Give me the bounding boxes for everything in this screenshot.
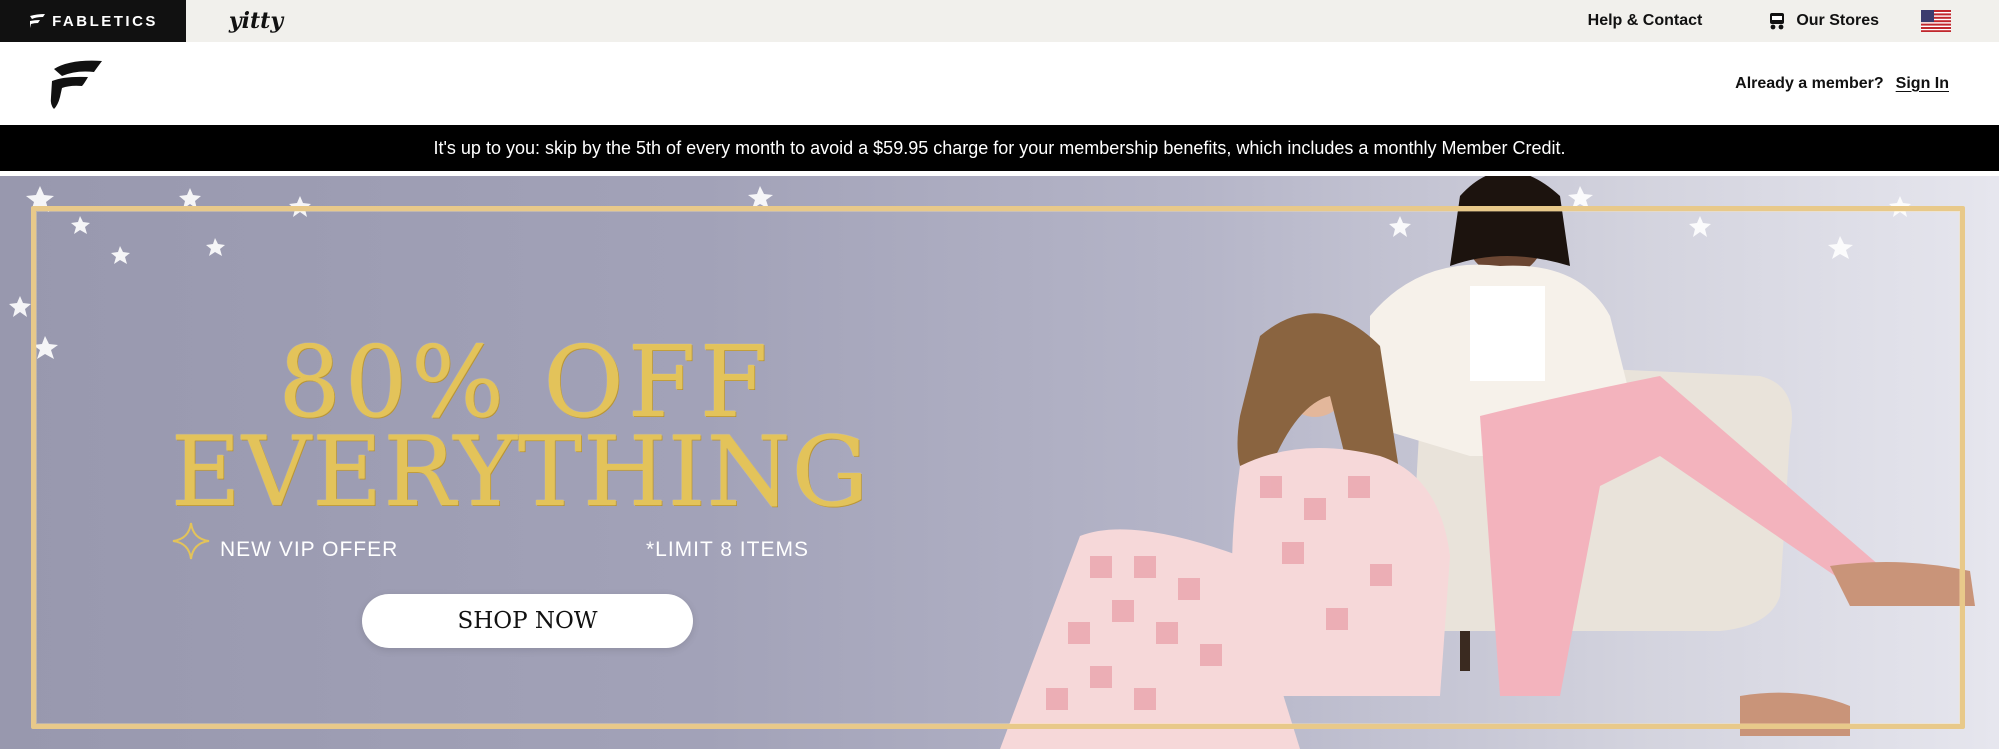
- help-contact-link[interactable]: Help & Contact: [1588, 12, 1703, 30]
- our-stores-label: Our Stores: [1796, 12, 1879, 29]
- help-contact-label: Help & Contact: [1587, 12, 1703, 29]
- promo-text: It's up to you: skip by the 5th of every…: [433, 137, 1566, 158]
- us-flag-icon[interactable]: [1921, 10, 1951, 32]
- member-prompt: Already a member?: [1735, 74, 1884, 92]
- our-stores-link[interactable]: Our Stores: [1768, 11, 1879, 31]
- hero-banner[interactable]: 80% OFF EVERYTHING NEW VIP OFFER *LIMIT …: [0, 176, 1999, 749]
- limit-items-label: *LIMIT 8 ITEMS: [646, 538, 809, 561]
- shop-now-label: SHOP NOW: [457, 608, 598, 634]
- new-vip-offer-label: NEW VIP OFFER: [220, 538, 399, 561]
- site-header: Already a member? Sign In: [0, 42, 1999, 125]
- fabletics-brand-label: FABLETICS: [52, 12, 158, 30]
- sign-in-link[interactable]: Sign In: [1896, 75, 1949, 93]
- store-icon: [1770, 13, 1785, 30]
- membership-promo-banner: It's up to you: skip by the 5th of every…: [0, 125, 1999, 171]
- yitty-brand-label: yitty: [228, 8, 284, 34]
- utility-bar: FABLETICS yitty Help & Contact Our Store…: [0, 0, 1999, 42]
- sparkle-icon: [172, 522, 210, 560]
- hero-headline-line2: EVERYTHING: [170, 416, 870, 528]
- fabletics-mark-icon: [30, 14, 46, 28]
- fabletics-logo-icon[interactable]: [48, 59, 102, 109]
- fabletics-brand-tab[interactable]: FABLETICS: [0, 0, 186, 42]
- shop-now-button[interactable]: SHOP NOW: [362, 594, 693, 648]
- member-signin-area: Already a member? Sign In: [1735, 42, 1949, 125]
- utility-links: Help & Contact Our Stores: [1588, 0, 1951, 42]
- yitty-brand-tab[interactable]: yitty: [186, 0, 326, 42]
